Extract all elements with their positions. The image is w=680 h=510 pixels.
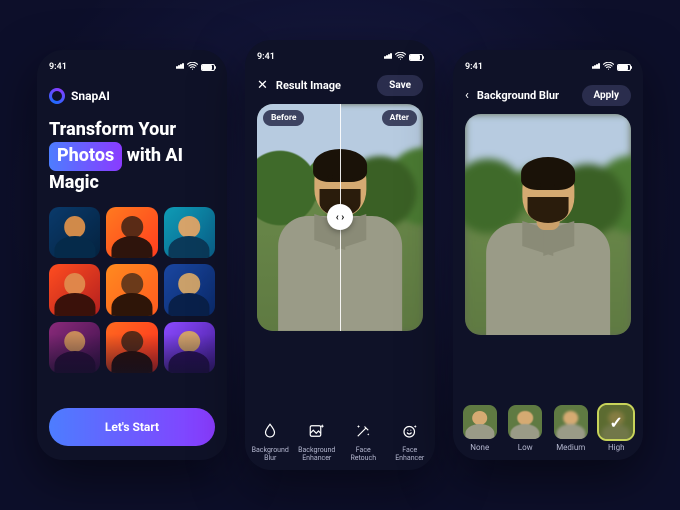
status-bar: 9:41 [49,60,215,74]
compare-image[interactable]: Before After ‹ › [257,104,423,331]
droplet-icon [259,420,281,442]
status-time: 9:41 [465,62,483,72]
tool-label: Face Retouch [350,446,376,462]
sample-tile[interactable] [49,207,100,258]
status-time: 9:41 [49,62,67,72]
before-badge: Before [263,110,304,126]
wifi-icon [187,62,198,73]
hero-line-2: Photos with AI [49,142,215,170]
sample-tile[interactable] [164,207,215,258]
battery-icon [409,54,423,61]
preset-none[interactable]: None [463,405,497,452]
preset-thumb [508,405,542,439]
brand-logo-icon [49,88,65,104]
preset-medium[interactable]: Medium [554,405,588,452]
status-time: 9:41 [257,52,275,62]
preset-label: Medium [556,443,585,452]
smile-sparkle-icon [399,420,421,442]
wifi-icon [603,62,614,73]
status-indicators [592,62,631,73]
back-icon[interactable]: ‹ [465,89,469,102]
tool-background-blur[interactable]: Background Blur [247,420,294,462]
preset-label: None [470,443,489,452]
sample-tile[interactable] [164,264,215,315]
magic-wand-icon [352,420,374,442]
status-indicators [176,62,215,73]
sample-tile[interactable] [106,264,157,315]
compare-handle[interactable]: ‹ › [327,204,353,230]
signal-icon [384,52,392,62]
compare-handle-icon: ‹ › [336,212,345,223]
tool-label: Background Enhancer [298,446,335,462]
after-badge: After [382,110,417,126]
preset-label: Low [518,443,533,452]
screen-background-blur: 9:41 ‹ Background Blur Apply None [453,50,643,460]
close-icon[interactable]: ✕ [257,79,268,92]
page-title: Background Blur [477,89,559,102]
brand-row: SnapAI [49,88,215,104]
grid-fade-overlay [37,334,227,414]
preset-low[interactable]: Low [508,405,542,452]
status-bar: 9:41 [465,60,631,74]
sample-tile[interactable] [106,207,157,258]
signal-icon [592,62,600,72]
preset-row: None Low Medium High [453,405,643,452]
preview-image [465,114,631,335]
image-sparkle-icon [306,420,328,442]
brand-name: SnapAI [71,89,110,103]
tool-label: Face Enhancer [395,446,424,462]
screen-result: 9:41 ✕ Result Image Save Before [245,40,435,470]
preset-high[interactable]: High [599,405,633,452]
page-title: Result Image [276,79,341,92]
header: ✕ Result Image Save [257,74,423,96]
signal-icon [176,62,184,72]
battery-icon [201,64,215,71]
hero-line-3: Magic [49,171,215,195]
tool-label: Background Blur [252,446,289,462]
battery-icon [617,64,631,71]
preset-thumb [463,405,497,439]
apply-button[interactable]: Apply [582,85,632,106]
wifi-icon [395,52,406,63]
hero-line-1: Transform Your [49,118,215,142]
tool-row: Background Blur Background Enhancer Face… [245,420,435,462]
header: ‹ Background Blur Apply [465,84,631,106]
tool-background-enhancer[interactable]: Background Enhancer [294,420,341,462]
preset-label: High [608,443,625,452]
status-indicators [384,52,423,63]
hero-headline: Transform Your Photos with AI Magic [49,118,215,195]
status-bar: 9:41 [257,50,423,64]
hero-line-2-suffix: with AI [127,145,183,166]
tool-face-retouch[interactable]: Face Retouch [340,420,387,462]
screen-landing: 9:41 SnapAI Transform Your Photos with A… [37,50,227,460]
sample-tile[interactable] [49,264,100,315]
hero-highlight: Photos [49,142,122,170]
save-button[interactable]: Save [377,75,423,96]
preset-thumb [554,405,588,439]
lets-start-button[interactable]: Let's Start [49,408,215,446]
tool-face-enhancer[interactable]: Face Enhancer [387,420,434,462]
preset-thumb-selected [599,405,633,439]
